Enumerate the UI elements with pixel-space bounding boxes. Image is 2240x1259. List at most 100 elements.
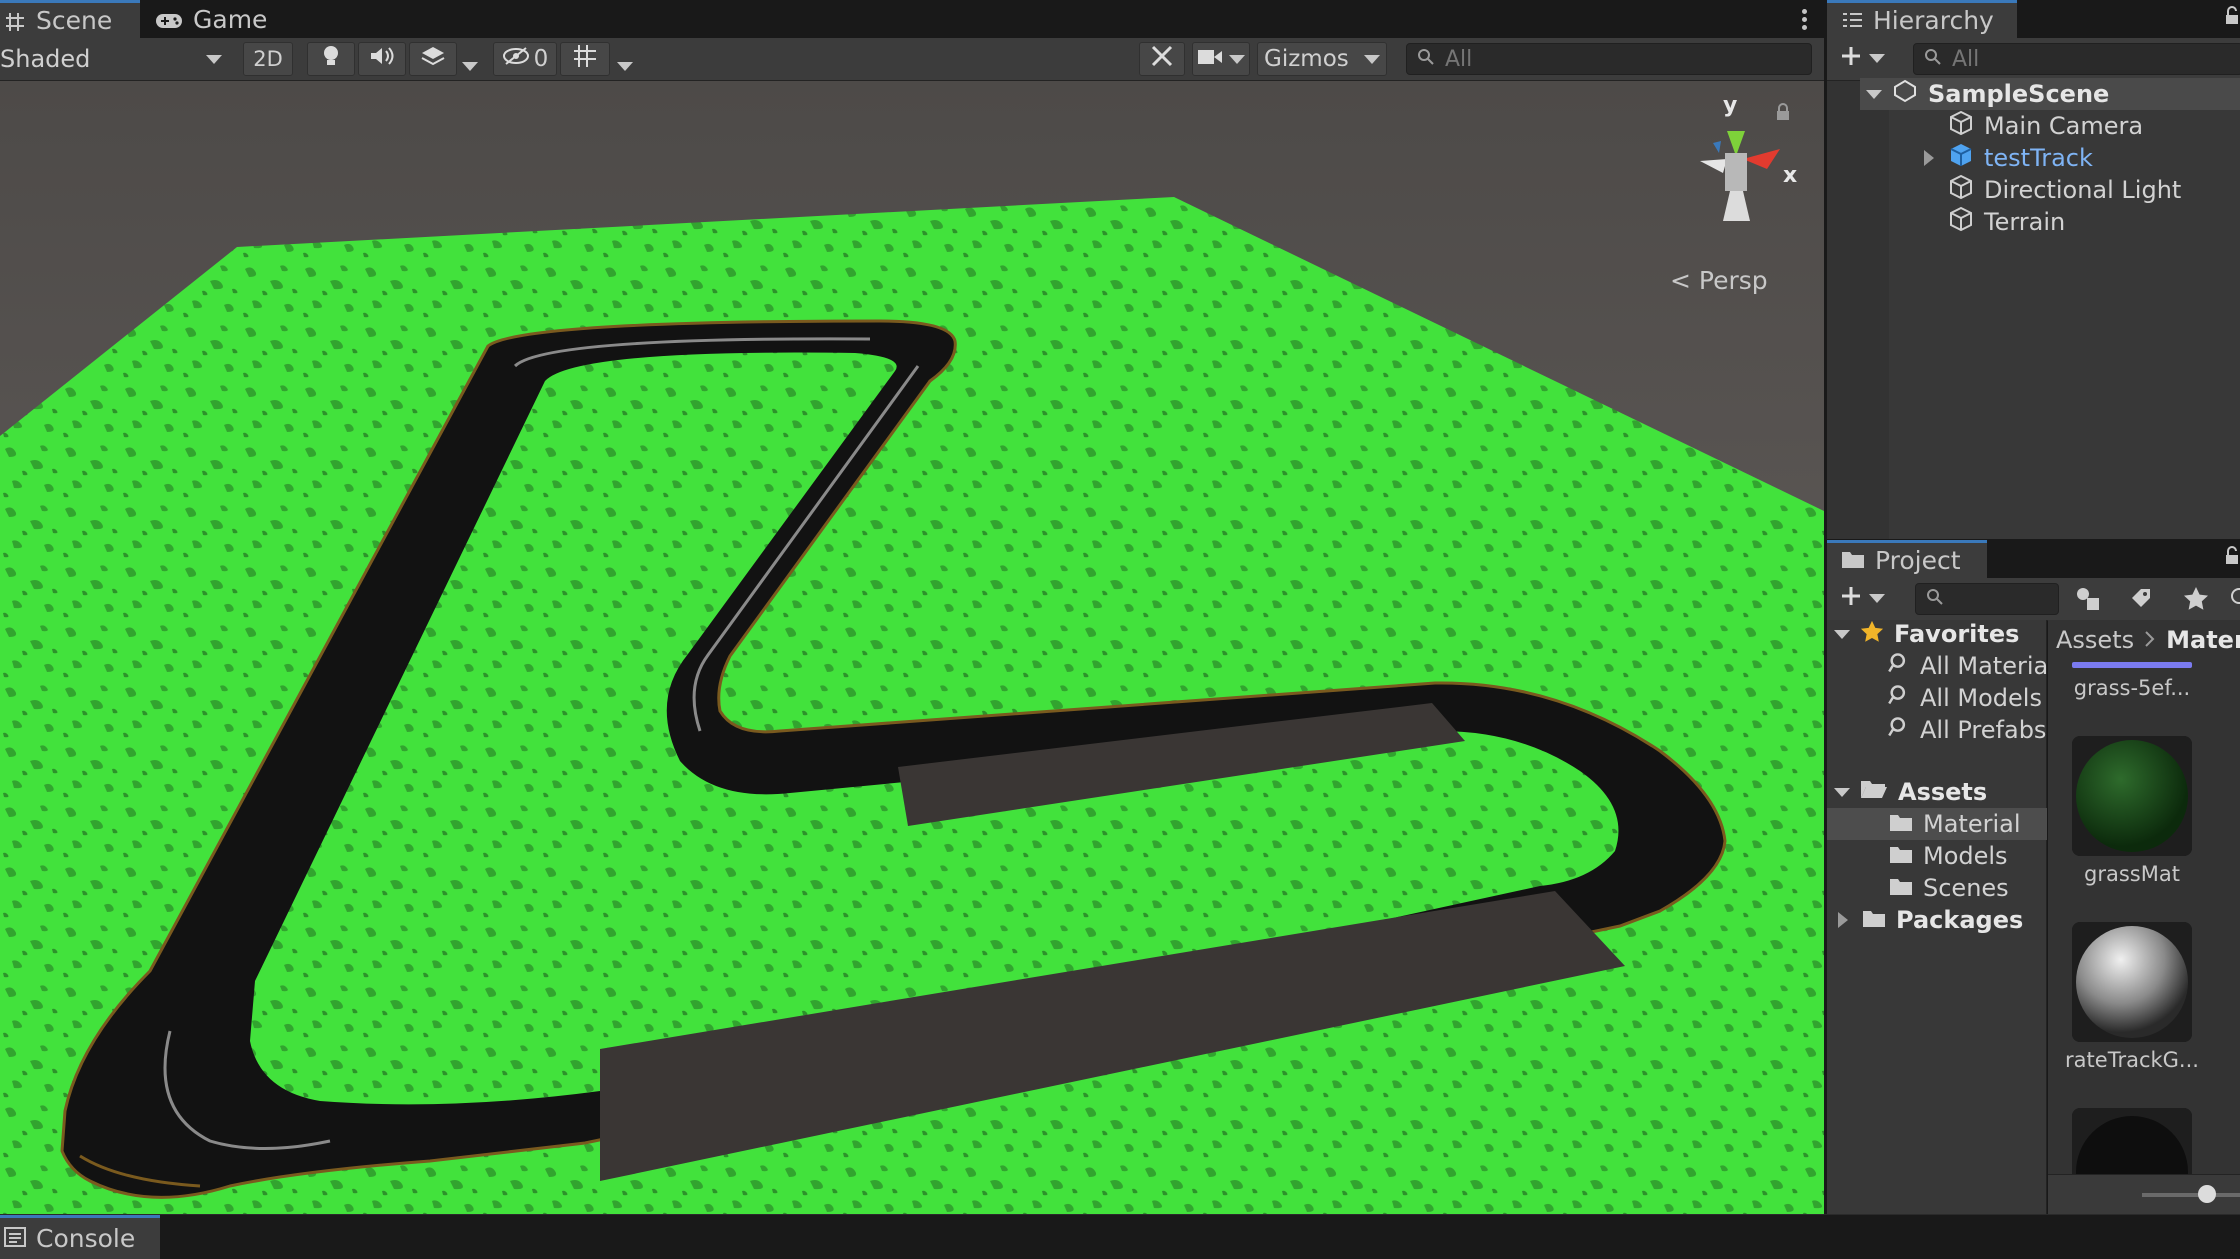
tab-hierarchy[interactable]: Hierarchy [1827,0,2017,38]
favorites-row[interactable]: Favorites [1834,618,2019,650]
expand-arrow-icon[interactable] [1924,150,1934,166]
lock-icon[interactable] [2224,546,2240,570]
folder-open-icon [1860,778,1888,806]
folder-item-models[interactable]: Models [1889,840,2008,872]
asset-label: rateTrackG... [2065,1048,2199,1072]
project-tab-bar: Project [1827,540,2240,578]
hierarchy-item[interactable]: Terrain [1948,206,2065,238]
tab-game-label: Game [193,4,268,34]
scene-search-input[interactable] [1443,45,1811,73]
tab-project-label: Project [1875,546,1961,575]
breadcrumb-item[interactable]: Assets [2056,626,2134,654]
filter-by-label-icon[interactable] [2129,586,2153,614]
hierarchy-item[interactable]: Main Camera [1948,110,2143,142]
scene-search-field[interactable] [1406,43,1812,75]
hierarchy-scene-row[interactable]: SampleScene [1860,78,2240,110]
favorite-item[interactable]: All Prefabs [1888,714,2046,746]
scene-render [0,81,1824,1214]
favorite-star-icon[interactable] [2183,586,2209,614]
breadcrumb-item[interactable]: Materi [2166,626,2240,654]
asset-thumbnail[interactable] [2072,922,2192,1042]
chevron-down-icon [206,54,222,64]
material-sphere-icon [2072,736,2192,856]
tools-button[interactable] [1139,42,1185,76]
search-icon [1924,47,1942,72]
folder-item-material[interactable]: Material [1827,808,2047,840]
scene-visibility-button[interactable]: 0 [493,42,557,76]
camera-settings-button[interactable] [1192,42,1250,76]
hidden-packages-icon[interactable] [2229,586,2240,614]
lock-icon[interactable] [2224,6,2240,30]
folder-icon [1889,810,1913,838]
expand-arrow-icon[interactable] [1834,629,1850,639]
asset-thumbnail[interactable] [2072,662,2192,668]
hierarchy-item[interactable]: testTrack [1924,142,2093,174]
hidden-count: 0 [533,46,549,72]
assets-label: Assets [1898,778,1988,806]
folder-icon [1841,546,1865,575]
favorite-item[interactable]: All Models [1888,682,2042,714]
camera-icon [1197,46,1223,72]
tab-console[interactable]: Console [0,1215,160,1259]
thumbnail-size-slider[interactable] [2142,1193,2240,1197]
hidden-eye-icon [502,46,530,72]
create-asset-button[interactable] [1839,584,1885,612]
audio-toggle-button[interactable] [358,42,406,76]
plus-icon [1839,44,1863,72]
axis-y-label: y [1723,93,1738,118]
folder-icon [1889,874,1913,902]
search-icon [1888,684,1910,712]
tab-scene[interactable]: Scene [0,0,140,38]
draw-mode-dropdown[interactable]: Shaded [0,42,228,76]
gizmos-button[interactable]: Gizmos [1257,42,1387,76]
lock-icon[interactable] [1775,103,1791,125]
assets-root-row[interactable]: Assets [1834,776,1987,808]
lighting-toggle-button[interactable] [307,42,355,76]
folder-item-scenes[interactable]: Scenes [1889,872,2009,904]
projection-toggle[interactable]: < Persp [1670,266,1768,295]
filter-by-type-icon[interactable] [2075,586,2101,616]
create-object-button[interactable] [1839,44,1885,72]
grid-icon [4,10,26,32]
unity-scene-icon [1892,79,1918,109]
toggle-2d-button[interactable]: 2D [243,42,293,76]
chevron-right-icon [2144,626,2156,654]
slider-handle[interactable] [2198,1185,2216,1203]
scene-viewport[interactable]: y x < Persp [0,81,1824,1214]
asset-size-bar [2048,1174,2240,1215]
chevron-down-icon [617,62,633,71]
projection-label: Persp [1698,266,1768,295]
hierarchy-search-field[interactable] [1913,43,2240,75]
favorite-item-label: All Prefabs [1920,716,2047,744]
grid-dropdown[interactable] [617,56,633,75]
tools-icon [1150,44,1174,74]
asset-thumbnail[interactable] [2072,736,2192,856]
packages-root-row[interactable]: Packages [1834,904,2023,936]
expand-arrow-icon[interactable] [1838,912,1848,928]
console-tab-bar: Console [0,1214,2240,1259]
tab-game[interactable]: Game [155,0,305,38]
plus-icon [1839,584,1863,612]
project-search-field[interactable] [1915,583,2059,615]
speaker-icon [369,45,395,73]
favorite-item[interactable]: All Materia [1888,650,2048,682]
search-icon [1417,47,1435,72]
tab-project[interactable]: Project [1827,540,1987,578]
cube-icon [1948,110,1974,142]
cube-icon [1948,206,1974,238]
search-icon [1888,652,1910,680]
hierarchy-gutter [1827,81,1889,539]
expand-arrow-icon[interactable] [1834,787,1850,797]
hierarchy-item-label: Directional Light [1984,176,2182,204]
asset-label: grass-5ef... [2073,676,2191,700]
folder-label: Material [1923,810,2021,838]
gamepad-icon [155,8,183,30]
expand-arrow-icon[interactable] [1866,89,1882,99]
hierarchy-item[interactable]: Directional Light [1948,174,2181,206]
grid-toggle-button[interactable] [560,42,610,76]
more-options-icon[interactable] [1802,6,1808,33]
cube-icon [1948,174,1974,206]
effects-toggle-button[interactable] [409,42,457,76]
hierarchy-search-input[interactable] [1950,45,2240,73]
effects-dropdown[interactable] [462,56,478,75]
